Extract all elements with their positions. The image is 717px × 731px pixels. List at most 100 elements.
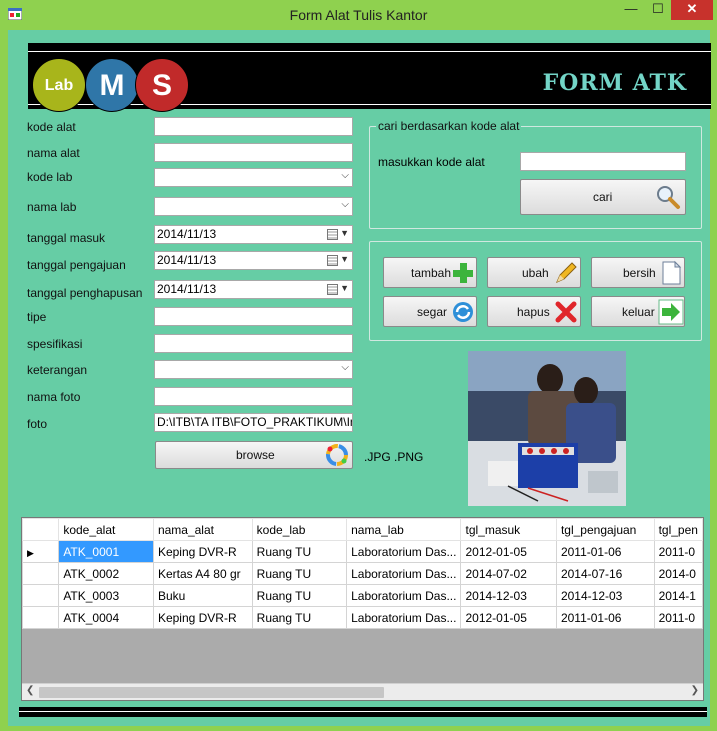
table-cell[interactable]: ATK_0002	[58, 562, 154, 585]
close-button[interactable]: ✕	[671, 0, 713, 20]
label-kode-alat: kode alat	[27, 120, 76, 134]
table-cell[interactable]: Keping DVR-R	[152, 606, 253, 629]
label-tanggal-masuk: tanggal masuk	[27, 231, 106, 245]
tanggal-masuk-datepicker[interactable]: 2014/11/13 ▼	[154, 225, 353, 244]
segar-button[interactable]: segar	[383, 296, 477, 327]
tanggal-pengajuan-value: 2014/11/13	[157, 253, 217, 267]
table-cell[interactable]: 2014-12-03	[460, 584, 557, 607]
label-tipe: tipe	[27, 310, 47, 324]
calendar-icon	[327, 284, 338, 295]
tanggal-pengajuan-datepicker[interactable]: 2014/11/13 ▼	[154, 251, 353, 270]
search-label: masukkan kode alat	[378, 155, 485, 169]
table-cell[interactable]: 2014-12-03	[555, 584, 655, 607]
table-cell[interactable]: 2014-0	[653, 562, 703, 585]
nama-foto-input[interactable]	[154, 387, 353, 406]
table-cell[interactable]: 2014-1	[653, 584, 703, 607]
keterangan-combobox[interactable]: ⌵	[154, 360, 353, 379]
kode-lab-combobox[interactable]: ⌵	[154, 168, 353, 187]
column-header[interactable]: tgl_masuk	[460, 518, 557, 541]
chevron-down-icon: ⌵	[341, 170, 349, 181]
ubah-button[interactable]: ubah	[487, 257, 581, 288]
table-cell[interactable]: ATK_0001	[58, 540, 154, 563]
table-cell[interactable]: Ruang TU	[251, 584, 348, 607]
maximize-button[interactable]: ☐	[645, 0, 671, 20]
refresh-icon	[453, 301, 473, 322]
table-row[interactable]: ATK_0003 Buku Ruang TU Laboratorium Das.…	[22, 584, 703, 607]
row-selector[interactable]: ▶	[22, 540, 60, 563]
table-cell[interactable]: Laboratorium Das...	[346, 584, 462, 607]
hapus-button[interactable]: hapus	[487, 296, 581, 327]
horizontal-scrollbar[interactable]: ❮ ❯	[22, 683, 703, 700]
bersih-button-label: bersih	[623, 265, 656, 280]
column-header[interactable]: kode_lab	[251, 518, 348, 541]
table-cell[interactable]: 2014-07-02	[460, 562, 557, 585]
row-selector[interactable]	[22, 584, 60, 607]
lab-photo-image	[468, 351, 626, 506]
hapus-button-label: hapus	[517, 304, 550, 319]
header-banner: Lab M S FORM ATK	[28, 43, 711, 112]
column-header[interactable]: tgl_pen	[653, 518, 703, 541]
table-cell[interactable]: 2011-0	[653, 606, 703, 629]
grid-corner	[22, 518, 60, 541]
table-cell[interactable]: 2012-01-05	[460, 606, 557, 629]
table-cell[interactable]: Keping DVR-R	[152, 540, 253, 563]
table-cell[interactable]: 2012-01-05	[460, 540, 557, 563]
tanggal-penghapusan-datepicker[interactable]: 2014/11/13 ▼	[154, 280, 353, 299]
ubah-button-label: ubah	[522, 265, 549, 280]
table-cell[interactable]: 2014-07-16	[555, 562, 655, 585]
scroll-right-icon[interactable]: ❯	[691, 685, 699, 696]
kode-alat-input[interactable]	[154, 117, 353, 136]
table-cell[interactable]: Buku	[152, 584, 253, 607]
tipe-input[interactable]	[154, 307, 353, 326]
cari-button[interactable]: cari	[520, 179, 686, 215]
table-row[interactable]: ATK_0002 Kertas A4 80 gr Ruang TU Labora…	[22, 562, 703, 585]
foto-path-input[interactable]: D:\ITB\TA ITB\FOTO_PRAKTIKUM\Ins	[154, 413, 353, 432]
row-selector[interactable]	[22, 562, 60, 585]
nama-lab-combobox[interactable]: ⌵	[154, 197, 353, 216]
grid-header-row: kode_alat nama_alat kode_lab nama_lab tg…	[22, 518, 703, 541]
table-row[interactable]: ATK_0004 Keping DVR-R Ruang TU Laborator…	[22, 606, 703, 629]
label-nama-lab: nama lab	[27, 200, 77, 214]
table-cell[interactable]: Kertas A4 80 gr	[152, 562, 253, 585]
chevron-down-icon: ⌵	[341, 199, 349, 210]
table-cell[interactable]: 2011-01-06	[555, 540, 655, 563]
table-cell[interactable]: ATK_0003	[58, 584, 154, 607]
label-nama-alat: nama alat	[27, 146, 80, 160]
column-header[interactable]: nama_alat	[152, 518, 253, 541]
form-title: FORM ATK	[542, 70, 687, 96]
keluar-button[interactable]: keluar	[591, 296, 685, 327]
refresh-color-icon	[326, 444, 348, 466]
table-cell[interactable]: Laboratorium Das...	[346, 562, 462, 585]
current-row-indicator-icon: ▶	[27, 547, 34, 558]
table-cell[interactable]: Laboratorium Das...	[346, 540, 462, 563]
window-title: Form Alat Tulis Kantor	[289, 7, 428, 23]
column-header[interactable]: tgl_pengajuan	[555, 518, 655, 541]
bersih-button[interactable]: bersih	[591, 257, 685, 288]
row-selector[interactable]	[22, 606, 60, 629]
spesifikasi-input[interactable]	[154, 334, 353, 353]
logo-lab: Lab	[32, 58, 86, 112]
nama-alat-input[interactable]	[154, 143, 353, 162]
column-header[interactable]: nama_lab	[346, 518, 462, 541]
table-cell[interactable]: Laboratorium Das...	[346, 606, 462, 629]
browse-button[interactable]: browse	[155, 441, 353, 469]
column-header[interactable]: kode_alat	[58, 518, 154, 541]
label-tanggal-pengajuan: tanggal pengajuan	[27, 258, 126, 272]
data-grid[interactable]: kode_alat nama_alat kode_lab nama_lab tg…	[21, 517, 704, 701]
data-grid-table: kode_alat nama_alat kode_lab nama_lab tg…	[22, 518, 703, 629]
search-kode-input[interactable]	[520, 152, 686, 171]
tambah-button[interactable]: tambah	[383, 257, 477, 288]
chevron-down-icon: ▼	[340, 254, 349, 264]
table-cell[interactable]: ATK_0004	[58, 606, 154, 629]
scroll-left-icon[interactable]: ❮	[26, 685, 34, 696]
table-cell[interactable]: Ruang TU	[251, 606, 348, 629]
keluar-button-label: keluar	[622, 304, 655, 319]
table-cell[interactable]: 2011-0	[653, 540, 703, 563]
table-cell[interactable]: 2011-01-06	[555, 606, 655, 629]
table-row[interactable]: ▶ ATK_0001 Keping DVR-R Ruang TU Laborat…	[22, 540, 703, 563]
table-cell[interactable]: Ruang TU	[251, 540, 348, 563]
minimize-button[interactable]: —	[617, 0, 645, 20]
browse-button-label: browse	[236, 448, 275, 462]
table-cell[interactable]: Ruang TU	[251, 562, 348, 585]
scrollbar-thumb[interactable]	[39, 687, 384, 698]
